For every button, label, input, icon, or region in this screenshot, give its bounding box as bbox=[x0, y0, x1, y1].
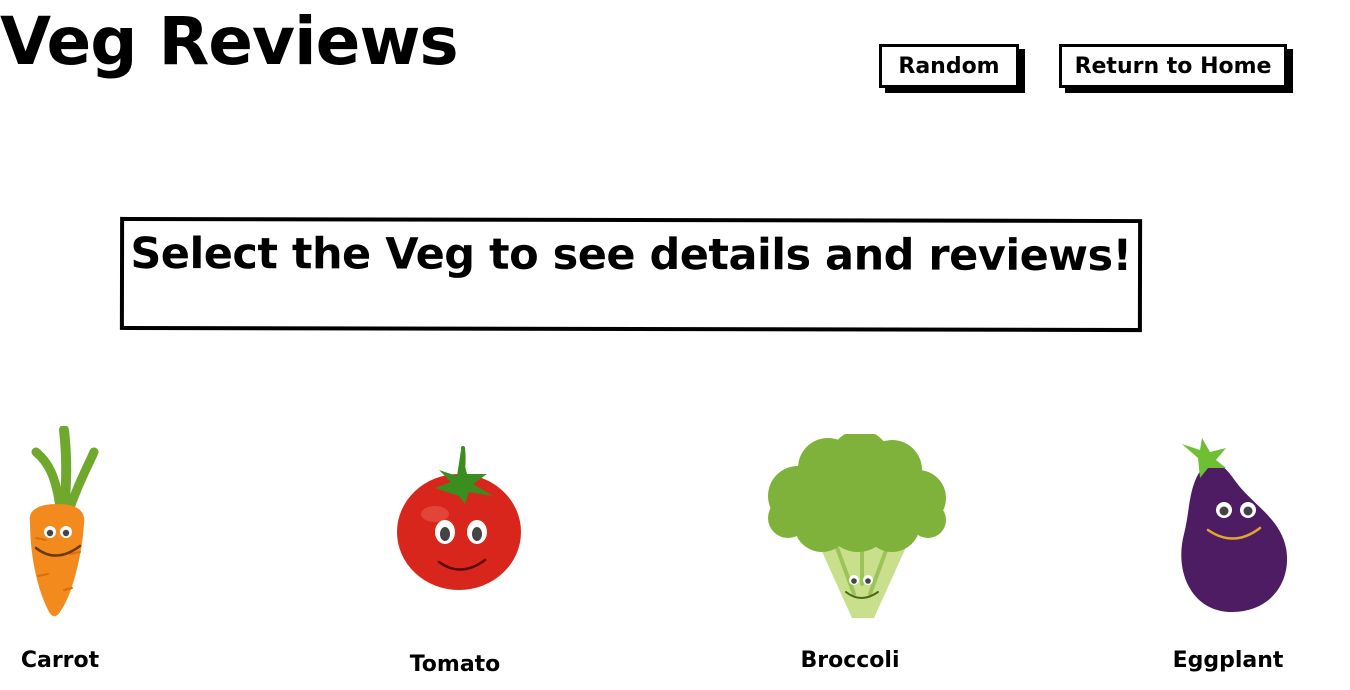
instruction-box: Select the Veg to see details and review… bbox=[119, 216, 1143, 333]
veg-item-tomato[interactable]: Tomato bbox=[390, 440, 530, 685]
tomato-icon bbox=[397, 446, 521, 590]
carrot-icon bbox=[29, 426, 99, 617]
broccoli-icon bbox=[768, 434, 946, 618]
veg-label-tomato: Tomato bbox=[409, 652, 501, 677]
veg-item-broccoli[interactable]: Broccoli bbox=[760, 430, 955, 680]
random-button[interactable]: Random bbox=[879, 44, 1019, 88]
site-title: Veg Reviews bbox=[0, 3, 459, 80]
veg-label-carrot: Carrot bbox=[20, 648, 100, 673]
veg-label-broccoli: Broccoli bbox=[800, 648, 900, 673]
veg-item-carrot[interactable]: Carrot bbox=[0, 420, 130, 680]
veg-label-eggplant: Eggplant bbox=[1172, 648, 1284, 673]
return-home-button[interactable]: Return to Home bbox=[1059, 44, 1287, 88]
eggplant-icon bbox=[1181, 438, 1288, 612]
veg-item-eggplant[interactable]: Eggplant bbox=[1160, 430, 1300, 680]
instruction-text: Select the Veg to see details and review… bbox=[130, 228, 1132, 282]
